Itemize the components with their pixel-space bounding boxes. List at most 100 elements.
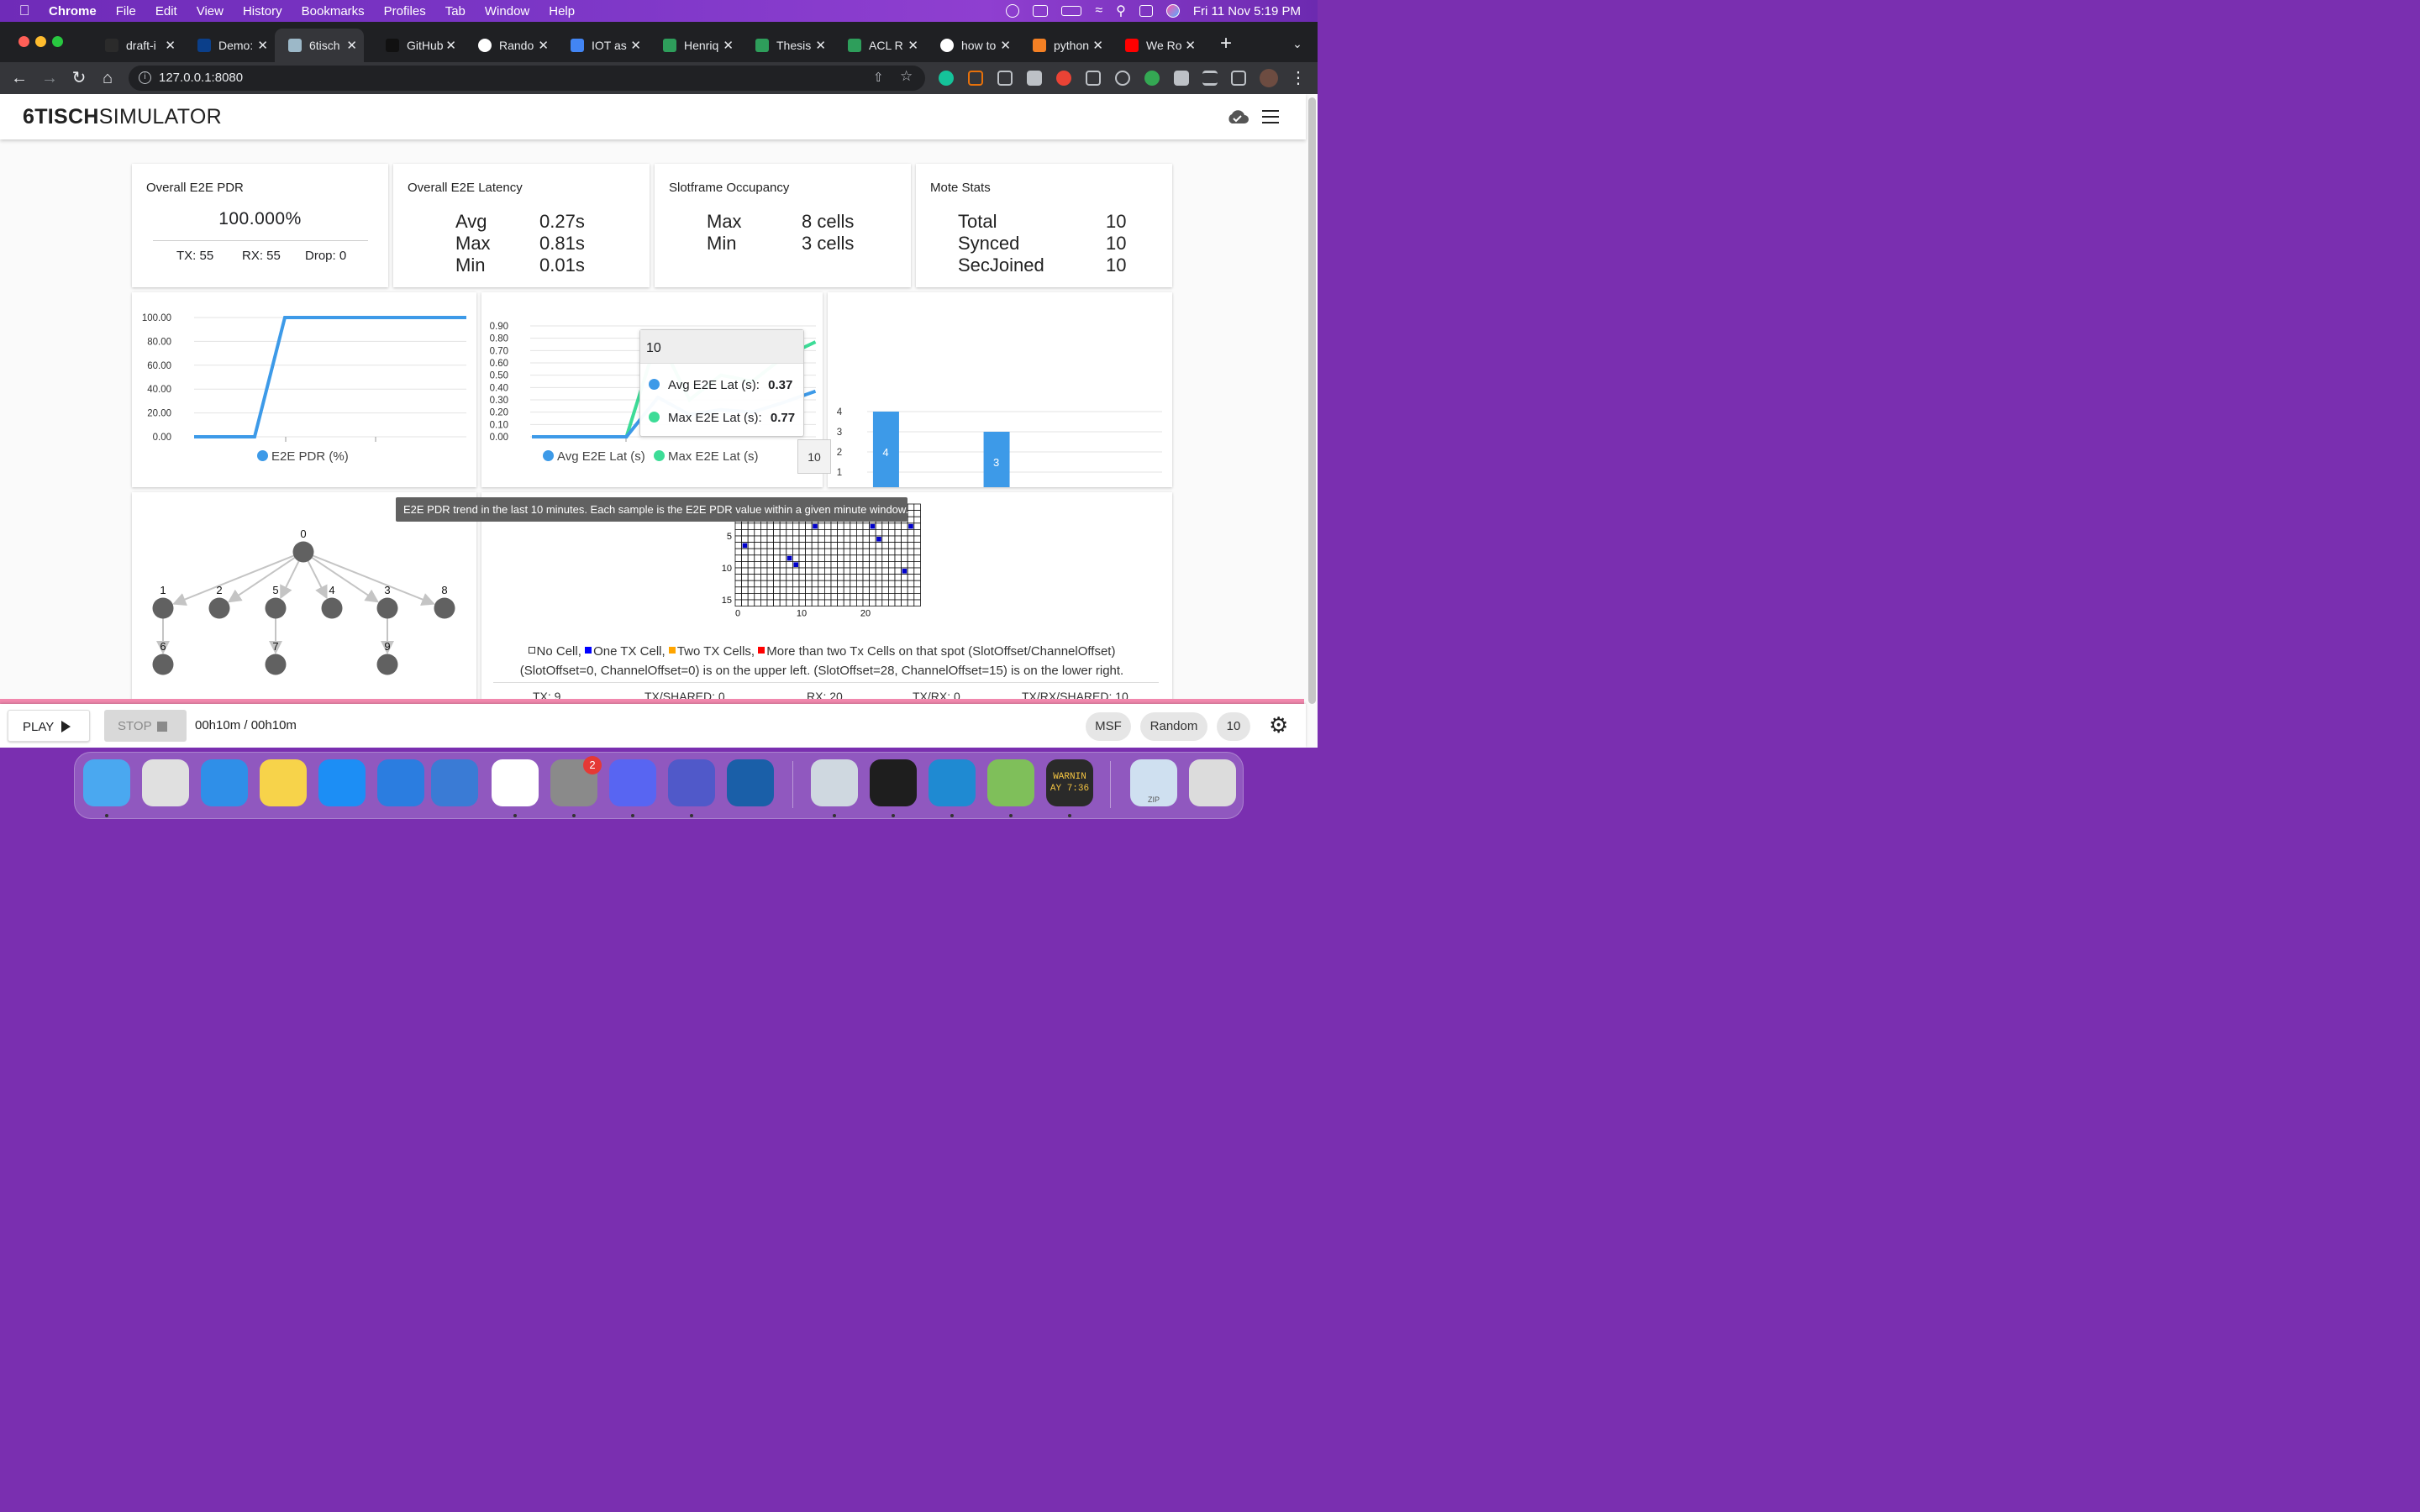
- window-minimize-button[interactable]: [35, 36, 46, 47]
- extension-icon[interactable]: [1115, 71, 1130, 86]
- dock-app-calculator-icon[interactable]: [431, 759, 478, 806]
- dock-app-preview-icon[interactable]: [811, 759, 858, 806]
- dock-app-chrome-icon[interactable]: [492, 759, 539, 806]
- home-button[interactable]: ⌂: [97, 68, 118, 88]
- dock-app-finder-icon[interactable]: [83, 759, 130, 806]
- menu-file[interactable]: File: [116, 4, 136, 18]
- browser-tab[interactable]: Henriq ✕: [650, 29, 740, 62]
- tab-search-chevron-icon[interactable]: ⌄: [1287, 34, 1307, 54]
- extension-icon[interactable]: [1056, 71, 1071, 86]
- dock-app-launchpad-icon[interactable]: [142, 759, 189, 806]
- tab-close-icon[interactable]: ✕: [257, 38, 268, 53]
- menu-window[interactable]: Window: [485, 4, 529, 18]
- dock-app-trash-icon[interactable]: [1189, 759, 1236, 806]
- display-icon[interactable]: [1033, 5, 1049, 17]
- profile-avatar[interactable]: [1260, 69, 1278, 87]
- apple-menu-icon[interactable]: : [0, 3, 49, 19]
- menu-bookmarks[interactable]: Bookmarks: [302, 4, 365, 18]
- tab-close-icon[interactable]: ✕: [1092, 38, 1103, 53]
- wifi-icon[interactable]: ≈: [1095, 3, 1102, 18]
- spotlight-search-icon[interactable]: ⚲: [1116, 3, 1126, 19]
- side-panel-icon[interactable]: [1231, 71, 1246, 86]
- browser-tab[interactable]: Thesis ✕: [742, 29, 833, 62]
- extension-icon[interactable]: [997, 71, 1013, 86]
- browser-tab[interactable]: python ✕: [1019, 29, 1110, 62]
- hamburger-menu-icon[interactable]: [1262, 110, 1279, 123]
- forward-button[interactable]: →: [39, 68, 60, 88]
- cloud-done-icon[interactable]: [1227, 108, 1249, 125]
- volume-extension-icon[interactable]: [1086, 71, 1101, 86]
- pdr-line-chart[interactable]: 100.00 80.00 60.00 40.00 20.00 0.00: [132, 292, 476, 460]
- site-info-icon[interactable]: i: [139, 71, 151, 84]
- reload-button[interactable]: ↻: [69, 68, 89, 88]
- browser-tab[interactable]: IOT as ✕: [557, 29, 648, 62]
- tab-close-icon[interactable]: ✕: [908, 38, 918, 53]
- browser-tab[interactable]: 6tisch ✕: [275, 29, 364, 62]
- stop-button[interactable]: STOP: [104, 710, 187, 742]
- dock-app-terminal-icon[interactable]: [870, 759, 917, 806]
- extension-icon[interactable]: [1144, 71, 1160, 86]
- dock-app-keynote-icon[interactable]: [377, 759, 424, 806]
- browser-tab[interactable]: draft-i ✕: [92, 29, 182, 62]
- share-icon[interactable]: ⇧: [873, 70, 884, 85]
- screen-record-icon[interactable]: [1006, 4, 1020, 18]
- dock-app-safari-icon[interactable]: [201, 759, 248, 806]
- window-zoom-button[interactable]: [52, 36, 63, 47]
- play-button[interactable]: PLAY: [8, 710, 90, 742]
- reading-list-icon[interactable]: [1202, 71, 1218, 86]
- dock-app-script-editor-icon[interactable]: [987, 759, 1034, 806]
- tab-close-icon[interactable]: ✕: [815, 38, 826, 53]
- menu-help[interactable]: Help: [549, 4, 575, 18]
- pdr-chart-legend[interactable]: E2E PDR (%): [257, 449, 349, 464]
- menubar-clock[interactable]: Fri 11 Nov 5:19 PM: [1193, 4, 1301, 18]
- extension-icon[interactable]: [1027, 71, 1042, 86]
- mote-count-chip[interactable]: 10: [1217, 712, 1250, 741]
- tab-close-icon[interactable]: ✕: [1000, 38, 1011, 53]
- address-bar-url[interactable]: 127.0.0.1:8080: [159, 71, 243, 85]
- dock-app-vs-code-icon[interactable]: [929, 759, 976, 806]
- settings-gear-icon[interactable]: ⚙: [1269, 714, 1288, 736]
- tab-close-icon[interactable]: ✕: [630, 38, 641, 53]
- grammarly-extension-icon[interactable]: [939, 71, 954, 86]
- extension-icon[interactable]: [968, 71, 983, 86]
- tab-close-icon[interactable]: ✕: [1185, 38, 1196, 53]
- menu-tab[interactable]: Tab: [445, 4, 466, 18]
- menu-app-name[interactable]: Chrome: [49, 4, 97, 18]
- address-bar[interactable]: i 127.0.0.1:8080 ⇧ ☆: [129, 66, 925, 91]
- chrome-menu-icon[interactable]: ⋮: [1288, 68, 1308, 88]
- menu-history[interactable]: History: [243, 4, 282, 18]
- window-close-button[interactable]: [18, 36, 29, 47]
- dock-app-virtualbox-icon[interactable]: [727, 759, 774, 806]
- control-center-icon[interactable]: [1139, 5, 1153, 17]
- dock-app-app-store-icon[interactable]: [318, 759, 366, 806]
- topology-chip[interactable]: Random: [1140, 712, 1207, 741]
- browser-tab[interactable]: Rando ✕: [465, 29, 555, 62]
- browser-tab[interactable]: how to ✕: [927, 29, 1018, 62]
- dock-app-archive-utility-icon[interactable]: ZIP: [1130, 759, 1177, 806]
- browser-tab[interactable]: Demo: ✕: [184, 29, 275, 62]
- siri-icon[interactable]: [1165, 4, 1180, 18]
- drop-reason-bar-chart[interactable]: 432104No RouteFull QueueNo Cell3Max Retr…: [828, 292, 1172, 487]
- menu-view[interactable]: View: [197, 4, 224, 18]
- page-scrollbar[interactable]: [1308, 97, 1316, 704]
- latency-chart-legend[interactable]: Avg E2E Lat (s) Max E2E Lat (s): [543, 449, 759, 464]
- browser-tab[interactable]: ACL R ✕: [834, 29, 925, 62]
- dock-app-notes-icon[interactable]: [260, 759, 307, 806]
- tab-close-icon[interactable]: ✕: [165, 38, 176, 53]
- browser-tab[interactable]: We Ro ✕: [1112, 29, 1202, 62]
- bookmark-star-icon[interactable]: ☆: [900, 68, 913, 85]
- back-button[interactable]: ←: [9, 68, 29, 88]
- dock-app-console-icon[interactable]: WARNIN AY 7:36: [1046, 759, 1093, 806]
- tab-close-icon[interactable]: ✕: [723, 38, 734, 53]
- menu-edit[interactable]: Edit: [155, 4, 177, 18]
- menu-profiles[interactable]: Profiles: [384, 4, 426, 18]
- dock-app-teams-icon[interactable]: [668, 759, 715, 806]
- tab-close-icon[interactable]: ✕: [538, 38, 549, 53]
- tab-close-icon[interactable]: ✕: [346, 38, 357, 53]
- scheduling-function-chip[interactable]: MSF: [1086, 712, 1131, 741]
- new-tab-button[interactable]: +: [1216, 34, 1236, 54]
- battery-icon[interactable]: [1061, 6, 1082, 16]
- extensions-puzzle-icon[interactable]: [1174, 71, 1189, 86]
- browser-tab[interactable]: GitHub ✕: [372, 29, 463, 62]
- tab-close-icon[interactable]: ✕: [445, 38, 456, 53]
